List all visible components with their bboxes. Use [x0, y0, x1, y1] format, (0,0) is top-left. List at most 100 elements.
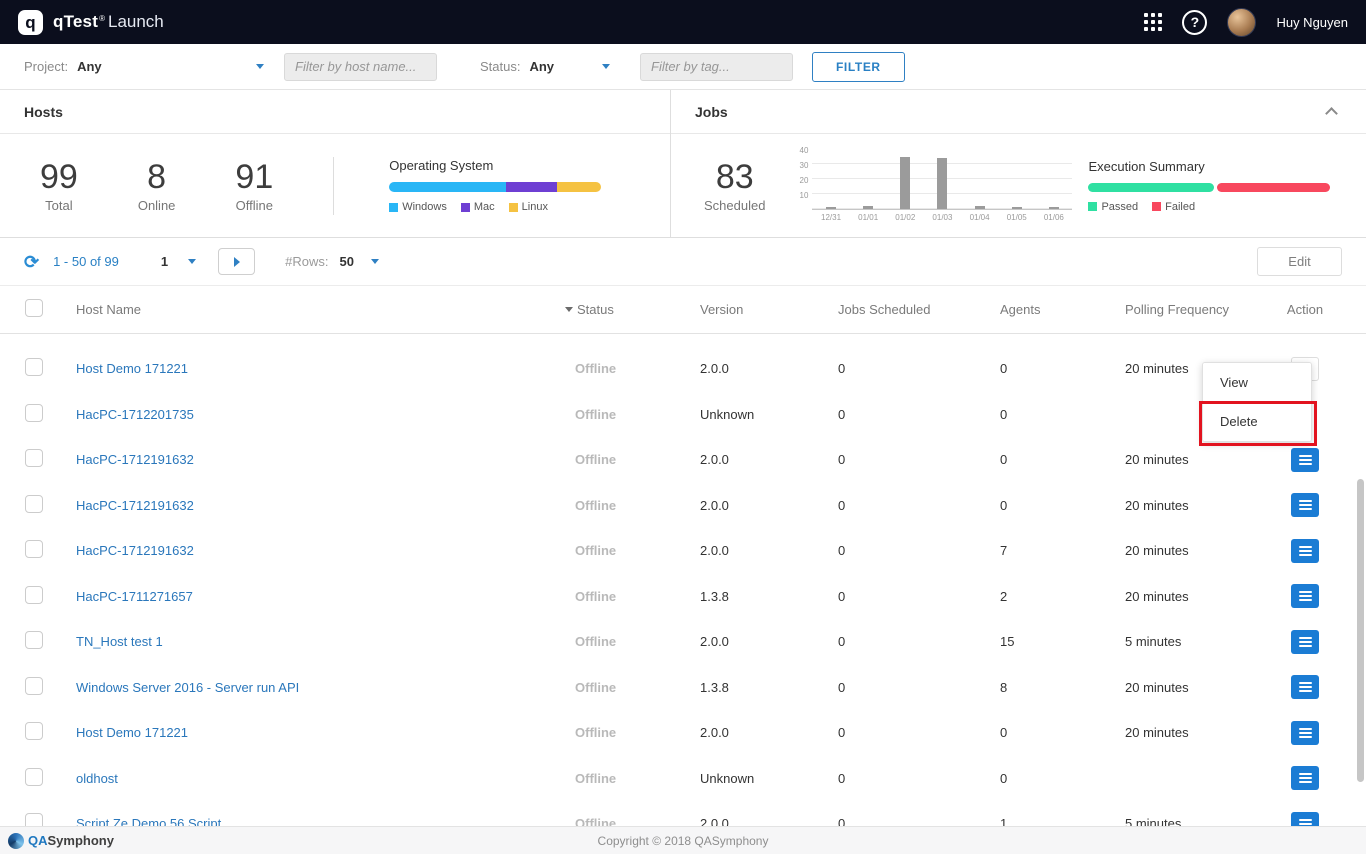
row-actions-menu-button[interactable]	[1291, 721, 1319, 745]
chevron-down-icon	[602, 64, 610, 69]
row-actions-menu-button[interactable]	[1291, 493, 1319, 517]
vertical-scrollbar[interactable]	[1357, 479, 1364, 782]
menu-item-view[interactable]: View	[1203, 363, 1311, 402]
row-checkbox[interactable]	[25, 358, 43, 376]
collapse-chevron-up-icon[interactable]	[1322, 102, 1342, 122]
execution-summary-bar	[1088, 183, 1330, 192]
jobs-scheduled-stat: 83 Scheduled	[704, 158, 765, 213]
row-actions-menu-button[interactable]	[1291, 584, 1319, 608]
legend-item-failed: Failed	[1152, 201, 1195, 213]
header-status[interactable]: Status	[540, 302, 655, 317]
row-actions-menu-button[interactable]	[1291, 448, 1319, 472]
header-polling-frequency[interactable]: Polling Frequency	[1080, 302, 1245, 317]
jobs-panel: Jobs 83 Scheduled 10203040 12/3101/0101/…	[671, 90, 1366, 237]
polling-frequency-text: 20 minutes	[1080, 543, 1245, 558]
header-version[interactable]: Version	[655, 302, 800, 317]
host-name-link[interactable]: Windows Server 2016 - Server run API	[76, 680, 299, 695]
os-distribution-bar	[389, 182, 601, 192]
os-distribution: Operating System WindowsMacLinux	[389, 158, 601, 213]
host-name-link[interactable]: oldhost	[76, 771, 118, 786]
host-name-link[interactable]: HacPC-1712201735	[76, 407, 194, 422]
pagination-range: 1 - 50 of 99	[53, 254, 119, 269]
host-name-link[interactable]: HacPC-1712191632	[76, 498, 194, 513]
row-checkbox[interactable]	[25, 449, 43, 467]
apps-grid-icon[interactable]	[1144, 13, 1162, 31]
host-name-link[interactable]: Host Demo 171221	[76, 361, 188, 376]
jobs-scheduled-value: 83	[704, 158, 765, 197]
status-text: Offline	[540, 634, 655, 649]
status-dropdown[interactable]: Status: Any	[480, 59, 610, 74]
segment-mac	[506, 182, 557, 192]
next-page-button[interactable]	[218, 248, 255, 275]
rows-label: #Rows:	[285, 254, 328, 269]
legend-item-mac: Mac	[461, 201, 495, 213]
user-name[interactable]: Huy Nguyen	[1276, 15, 1348, 30]
host-name-filter-input[interactable]	[284, 53, 437, 81]
rows-dropdown-chevron-icon[interactable]	[371, 259, 379, 264]
select-all-checkbox[interactable]	[25, 299, 43, 317]
qasymphony-logo[interactable]: QASymphony	[8, 833, 114, 849]
table-row: Host Demo 171221 Offline 2.0.0 0 0 20 mi…	[0, 710, 1366, 756]
os-title: Operating System	[389, 158, 601, 173]
menu-item-delete[interactable]: Delete	[1203, 402, 1311, 441]
hosts-panel-header: Hosts	[0, 90, 670, 134]
row-checkbox[interactable]	[25, 677, 43, 695]
qtest-launch-page: q qTest ® Launch ? Huy Nguyen Project: A…	[0, 0, 1366, 854]
host-name-link[interactable]: HacPC-1712191632	[76, 452, 194, 467]
polling-frequency-text: 5 minutes	[1080, 634, 1245, 649]
hosts-stat-online: 8Online	[138, 158, 176, 213]
row-checkbox[interactable]	[25, 768, 43, 786]
agents-text: 15	[960, 634, 1080, 649]
row-checkbox[interactable]	[25, 586, 43, 604]
jobs-scheduled-text: 0	[800, 361, 960, 376]
navbar-right: ? Huy Nguyen	[1144, 8, 1348, 37]
version-text: 2.0.0	[655, 543, 800, 558]
host-name-link[interactable]: HacPC-1712191632	[76, 543, 194, 558]
jobs-scheduled-text: 0	[800, 407, 960, 422]
row-actions-menu-button[interactable]	[1291, 766, 1319, 790]
page-select-dropdown[interactable]: 1	[161, 254, 196, 269]
status-text: Offline	[540, 543, 655, 558]
legend-swatch	[1088, 202, 1097, 211]
jobs-scheduled-text: 0	[800, 543, 960, 558]
edit-button[interactable]: Edit	[1257, 247, 1342, 276]
sort-desc-icon	[565, 307, 573, 312]
row-checkbox[interactable]	[25, 495, 43, 513]
host-name-link[interactable]: HacPC-1711271657	[76, 589, 193, 604]
status-label: Status:	[480, 59, 520, 74]
row-actions-menu-button[interactable]	[1291, 630, 1319, 654]
row-checkbox[interactable]	[25, 631, 43, 649]
project-value: Any	[77, 59, 102, 74]
row-actions-menu-button[interactable]	[1291, 675, 1319, 699]
refresh-icon[interactable]: ⟳	[24, 253, 39, 271]
hosts-panel: Hosts 99Total8Online91Offline Operating …	[0, 90, 671, 237]
row-checkbox[interactable]	[25, 540, 43, 558]
header-agents[interactable]: Agents	[960, 302, 1080, 317]
host-name-link[interactable]: Host Demo 171221	[76, 725, 188, 740]
row-checkbox[interactable]	[25, 404, 43, 422]
agents-text: 8	[960, 680, 1080, 695]
qtest-logo-icon[interactable]: q	[18, 10, 43, 35]
jobs-bar-12/31	[826, 207, 836, 208]
row-actions-menu-button[interactable]	[1291, 539, 1319, 563]
filter-bar: Project: Any Status: Any FILTER	[0, 44, 1366, 90]
filter-button[interactable]: FILTER	[812, 52, 905, 82]
rows-per-page-value: 50	[339, 254, 353, 269]
header-host-name[interactable]: Host Name	[60, 302, 540, 317]
tag-filter-input[interactable]	[640, 53, 793, 81]
host-name-link[interactable]: TN_Host test 1	[76, 634, 163, 649]
chevron-down-icon	[188, 259, 196, 264]
header-jobs-scheduled[interactable]: Jobs Scheduled	[800, 302, 960, 317]
agents-text: 0	[960, 725, 1080, 740]
version-text: Unknown	[655, 771, 800, 786]
help-icon[interactable]: ?	[1182, 10, 1207, 35]
jobs-bar-01/04	[975, 206, 985, 209]
project-dropdown[interactable]: Project: Any	[24, 59, 264, 74]
row-checkbox[interactable]	[25, 722, 43, 740]
table-row: HacPC-1712201735 Offline Unknown 0 0	[0, 392, 1366, 438]
legend-swatch	[509, 203, 518, 212]
status-text: Offline	[540, 407, 655, 422]
os-legend: WindowsMacLinux	[389, 201, 601, 213]
legend-swatch	[461, 203, 470, 212]
user-avatar[interactable]	[1227, 8, 1256, 37]
